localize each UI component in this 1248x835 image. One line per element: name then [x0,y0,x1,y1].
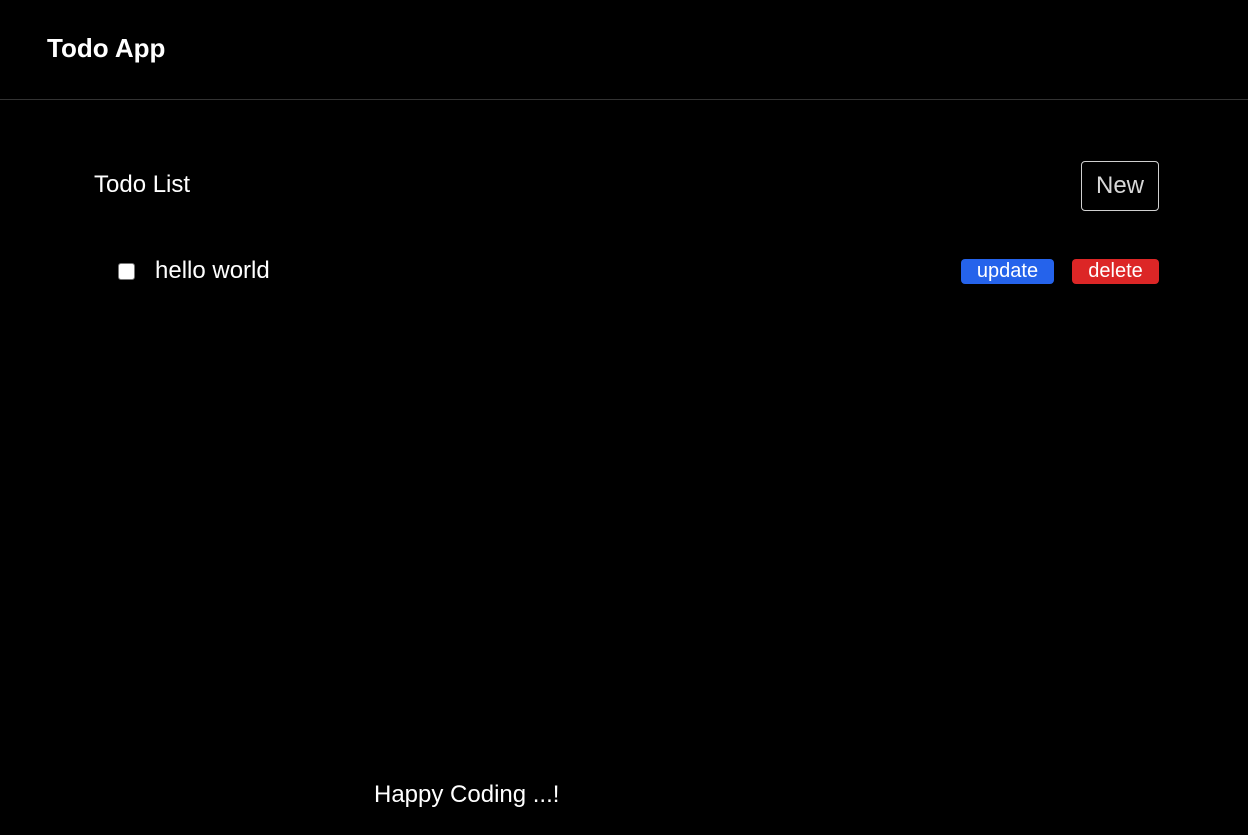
app-header: Todo App [0,0,1248,100]
todo-checkbox[interactable] [118,263,135,280]
delete-todo-button[interactable]: delete [1072,259,1159,284]
todo-item-text: hello world [155,257,270,284]
update-todo-button[interactable]: update [961,259,1054,284]
footer-text: Happy Coding ...! [374,781,560,808]
app-title: Todo App [47,33,166,63]
todo-item: hello world update delete [118,254,1159,288]
todo-app: Todo App Todo List New hello world updat… [0,0,1248,835]
new-todo-button[interactable]: New [1081,161,1159,211]
todo-list-title: Todo List [94,171,191,198]
